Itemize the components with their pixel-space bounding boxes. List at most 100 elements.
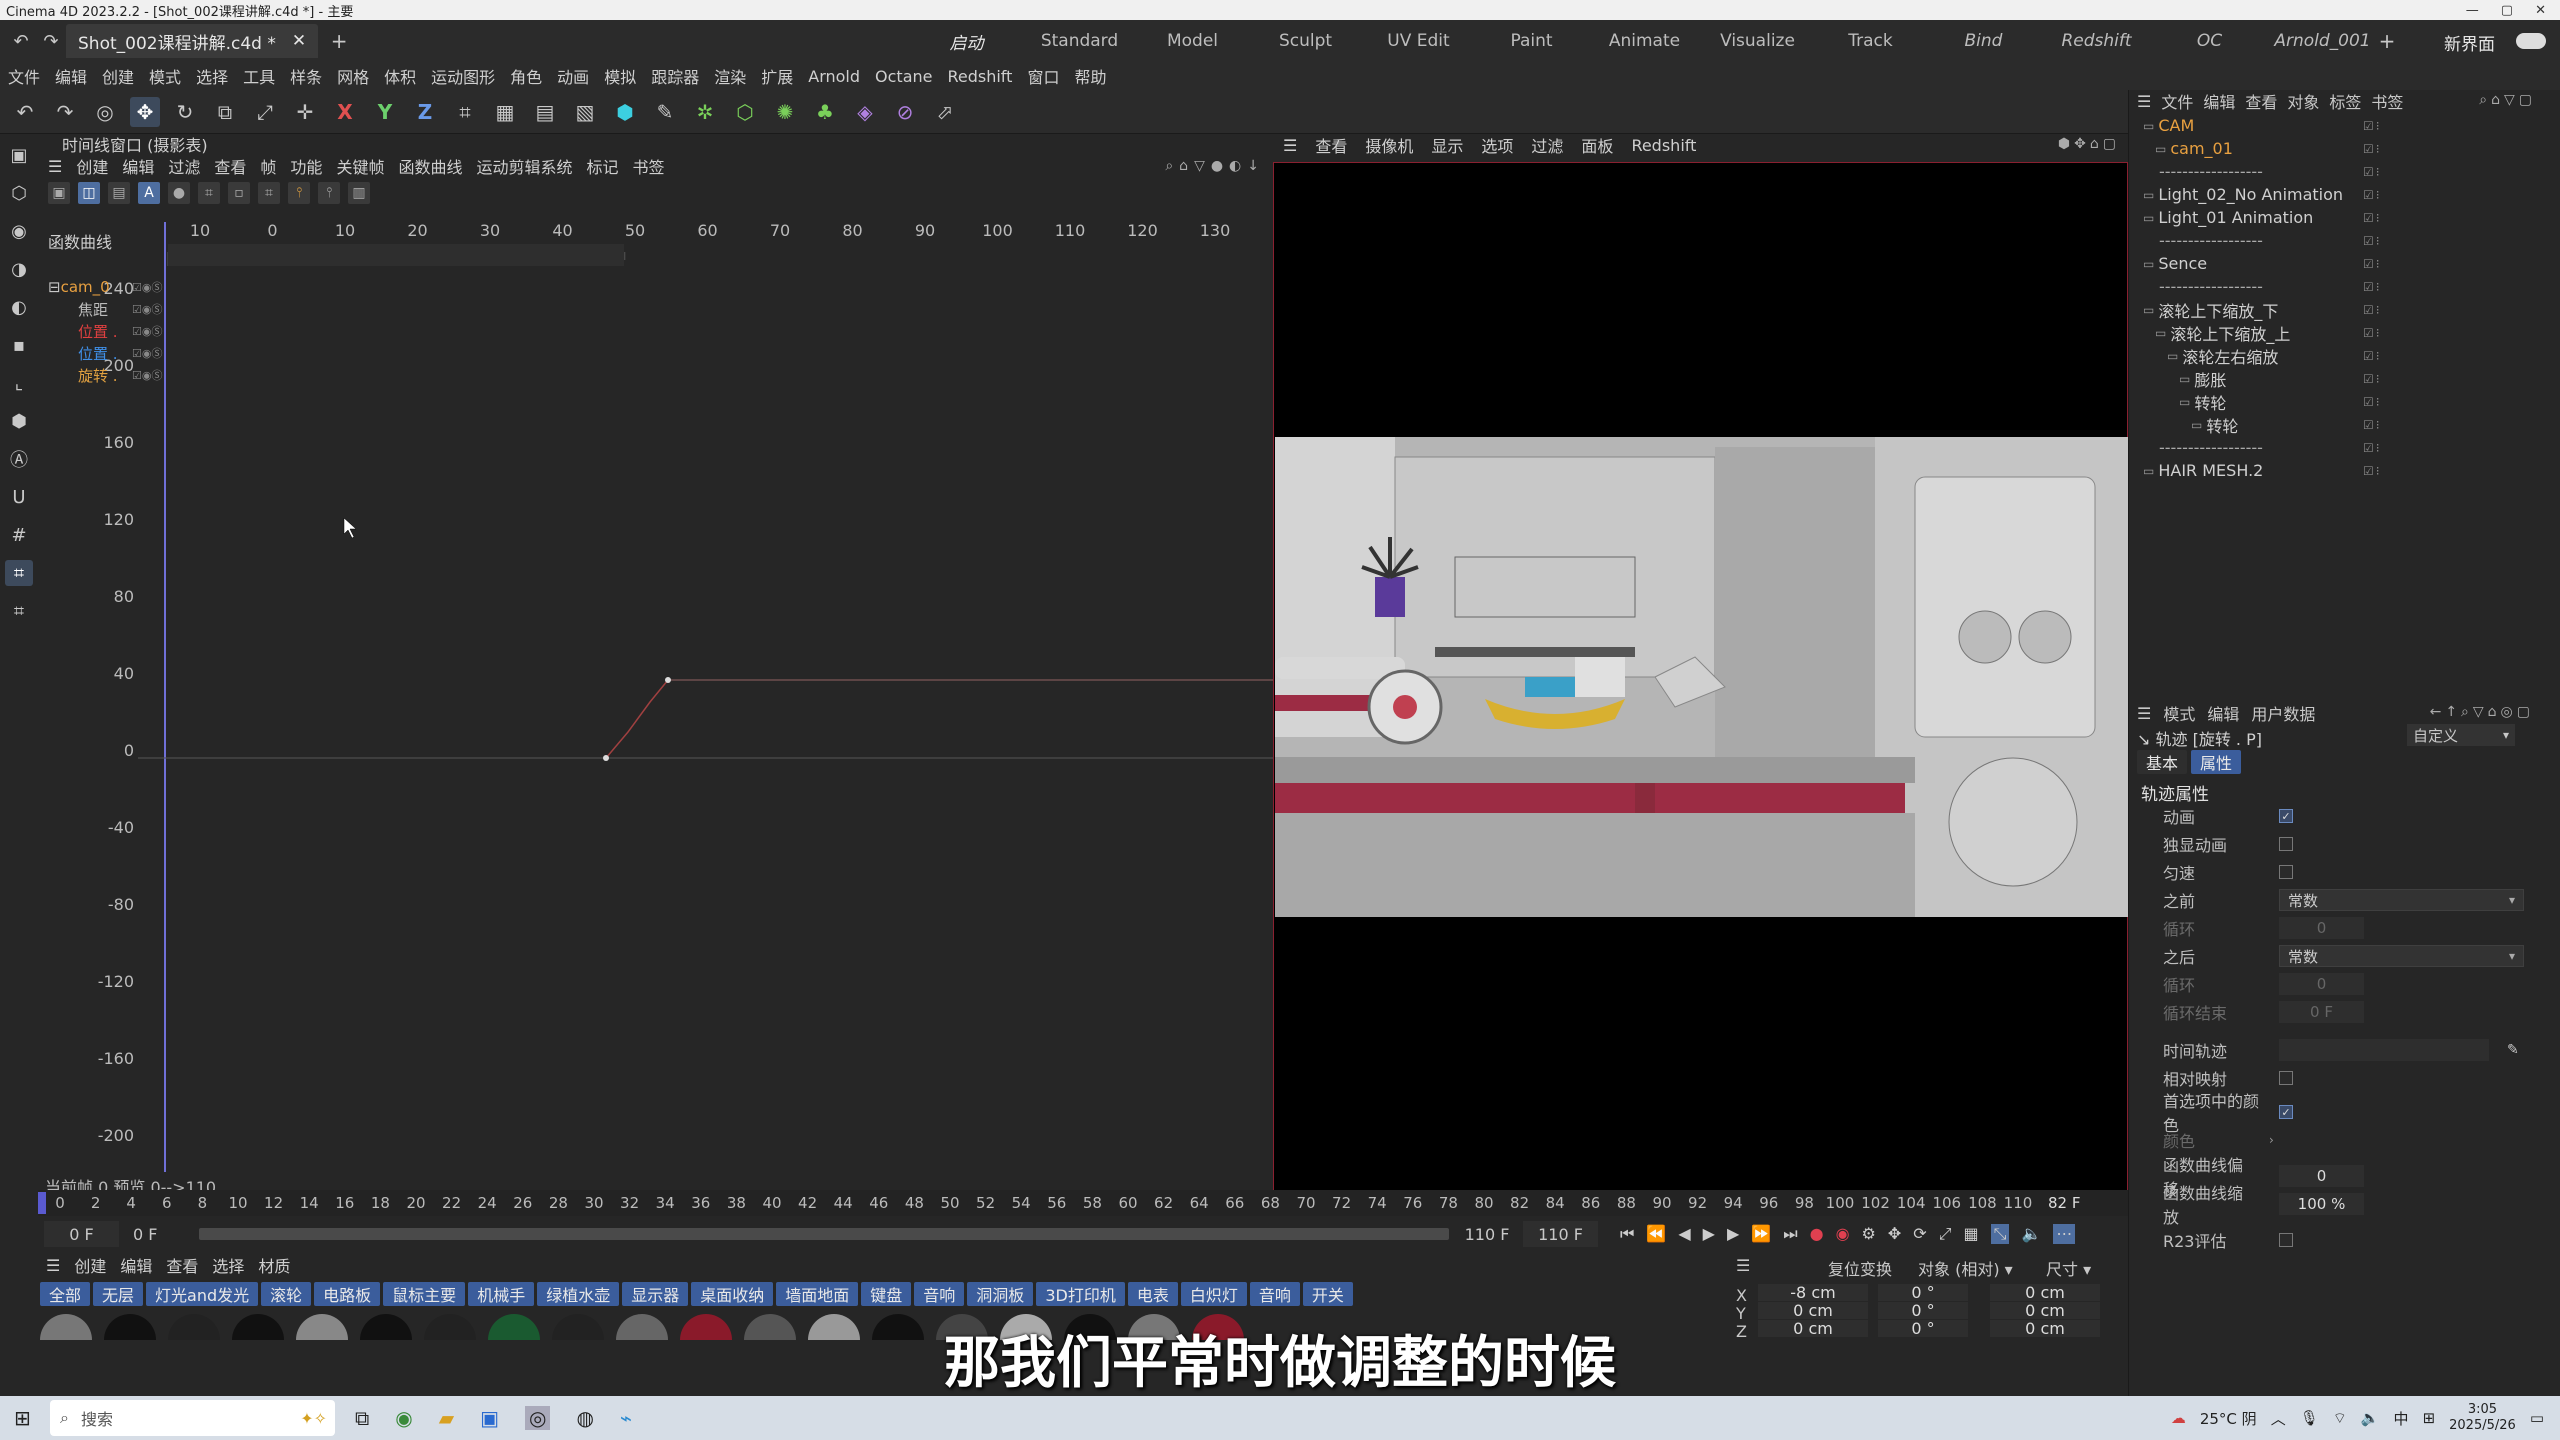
field-icon[interactable]: ◈ [850, 97, 880, 127]
material-thumbnail-5[interactable] [360, 1314, 412, 1340]
task-view-icon[interactable]: ⧉ [355, 1406, 369, 1430]
object-menu-item-5[interactable]: 书签 [2371, 89, 2403, 113]
object-row-11[interactable]: ▭ 膨胀 ☑⁝ [2135, 367, 2540, 390]
menu-item-1[interactable]: 编辑 [55, 64, 87, 88]
material-chip-0[interactable]: 全部 [40, 1282, 91, 1306]
function-curve-graph[interactable]: 函数曲线 10 0 10 20 30 40 50 60 70 80 90 100 110 120 130 2… [38, 221, 1273, 1172]
rotation-curve[interactable] [605, 679, 1273, 759]
model-mode-icon[interactable]: ▣ [5, 142, 33, 168]
material-chip-3[interactable]: 滚轮 [261, 1282, 312, 1306]
material-thumbnail-10[interactable] [680, 1314, 732, 1340]
ime-indicator[interactable]: 中 [2394, 1408, 2409, 1429]
curve-scale-field[interactable]: 100 % [2279, 1193, 2364, 1215]
menu-item-6[interactable]: 样条 [290, 64, 322, 88]
frame-ruler-svg[interactable]: 0 2 4 6 8 10 12 14 16 18 20 22 24 26 28 30 32 34 36 38 40 42 4… [38, 1190, 2128, 1216]
timeline-menu-item-3[interactable]: 查看 [214, 154, 246, 178]
tab-properties[interactable]: 属性 [2191, 750, 2242, 774]
menu-item-14[interactable]: 渲染 [714, 64, 746, 88]
keyframe-end[interactable] [665, 677, 671, 683]
coord-pos-field[interactable]: -8 cm [1758, 1283, 1868, 1302]
redo-icon[interactable]: ↷ [50, 97, 80, 127]
workplane-icon[interactable]: ⌗ [5, 560, 33, 586]
object-visibility-icon[interactable]: ☑⁝ [2363, 234, 2382, 248]
menu-item-19[interactable]: 窗口 [1027, 64, 1059, 88]
point-mode-icon[interactable]: ◉ [5, 218, 33, 244]
menu-item-20[interactable]: 帮助 [1074, 64, 1106, 88]
clock[interactable]: 3:05 2025/5/26 [2449, 1402, 2516, 1434]
workplane-align-icon[interactable]: ⌗ [5, 598, 33, 624]
layout-tab-9[interactable]: Bind [1927, 31, 2040, 51]
viewport-menu-item-6[interactable]: Redshift [1631, 136, 1696, 155]
uv-mode-icon[interactable]: ▪ [5, 332, 33, 358]
material-chip-15[interactable]: 电表 [1127, 1282, 1178, 1306]
go-end-icon[interactable]: ⏭ [1783, 1224, 1797, 1244]
add-key-icon[interactable]: ⫯ [318, 182, 340, 204]
object-row-3[interactable]: ▭ Light_02_No Animation ☑⁝ [2135, 183, 2540, 206]
pref-color-checkbox[interactable]: ✓ [2279, 1105, 2293, 1119]
relative-checkbox[interactable] [2279, 1071, 2293, 1085]
material-chip-11[interactable]: 键盘 [861, 1282, 912, 1306]
timeline-menu-item-4[interactable]: 帧 [260, 154, 276, 178]
layout-tab-3[interactable]: Sculpt [1249, 31, 1362, 51]
attr-menu-item-2[interactable]: 用户数据 [2251, 701, 2315, 725]
object-visibility-icon[interactable]: ☑⁝ [2363, 418, 2382, 432]
edge-mode-icon[interactable]: ◑ [5, 256, 33, 282]
object-manager-menu-icon[interactable]: ☰ [2137, 92, 2151, 111]
timeline-menu-item-0[interactable]: 创建 [76, 154, 108, 178]
menu-item-16[interactable]: Arnold [808, 67, 860, 86]
material-thumbnail-1[interactable] [104, 1314, 156, 1340]
object-visibility-icon[interactable]: ☑⁝ [2363, 119, 2382, 133]
z-axis-icon[interactable]: Z [410, 97, 440, 127]
material-thumbnail-7[interactable] [488, 1314, 540, 1340]
keyframe-start[interactable] [603, 755, 609, 761]
material-chip-13[interactable]: 洞洞板 [967, 1282, 1034, 1306]
layout-tab-7[interactable]: Visualize [1701, 31, 1814, 51]
chrome-icon[interactable]: ◉ [395, 1406, 412, 1430]
material-thumbnail-3[interactable] [232, 1314, 284, 1340]
track-visibility-icon[interactable]: ☑◉Ⓢ [132, 345, 162, 361]
material-menu-item-2[interactable]: 查看 [166, 1253, 198, 1277]
rotate-icon[interactable]: ↻ [170, 97, 200, 127]
sphere-icon[interactable]: ● [168, 182, 190, 204]
object-visibility-icon[interactable]: ☑⁝ [2363, 372, 2382, 386]
viewport-menu-item-4[interactable]: 过滤 [1531, 133, 1563, 157]
material-menu-item-3[interactable]: 选择 [212, 1253, 244, 1277]
material-thumbnail-9[interactable] [616, 1314, 668, 1340]
file-explorer-icon[interactable]: ▰ [439, 1406, 454, 1430]
key-pla-icon[interactable]: ⤡ [1990, 1224, 2010, 1244]
transform-icon[interactable]: ⤢ [250, 97, 280, 127]
solo-checkbox[interactable] [2279, 837, 2293, 851]
taskbar-search[interactable]: ⌕ 搜索 ✦✧ [50, 1400, 335, 1436]
timeline-menu-item-2[interactable]: 过滤 [168, 154, 200, 178]
x-axis-icon[interactable]: X [330, 97, 360, 127]
tray-arrow-icon[interactable]: ︿ [2271, 1408, 2286, 1429]
cube-icon[interactable]: ⬢ [610, 97, 640, 127]
pen-icon[interactable]: ✎ [650, 97, 680, 127]
coord-size-field[interactable]: 0 cm [1990, 1319, 2100, 1338]
axis-icon[interactable]: ✛ [290, 97, 320, 127]
start-button-icon[interactable]: ⊞ [14, 1406, 31, 1430]
object-row-10[interactable]: ▭ 滚轮左右缩放 ☑⁝ [2135, 344, 2540, 367]
object-row-4[interactable]: ▭ Light_01 Animation ☑⁝ [2135, 206, 2540, 229]
menu-item-11[interactable]: 动画 [557, 64, 589, 88]
generator-icon[interactable]: ⬡ [730, 97, 760, 127]
material-chip-1[interactable]: 无层 [93, 1282, 144, 1306]
attribute-manager-menu-icon[interactable]: ☰ [2137, 704, 2151, 723]
frame-selected-icon[interactable]: ▫ [228, 182, 250, 204]
menu-item-18[interactable]: Redshift [947, 67, 1012, 86]
viewport-menu-icon[interactable]: ☰ [1283, 136, 1297, 155]
key-rotation-icon[interactable]: ⟳ [1913, 1224, 1926, 1244]
new-layout-label[interactable]: 新界面 [2444, 30, 2495, 55]
curve-svg[interactable]: 函数曲线 10 0 10 20 30 40 50 60 70 80 90 100 110 120 130 2… [38, 221, 1273, 1172]
coord-rot-field[interactable]: 0 ° [1878, 1301, 1968, 1320]
layout-tab-5[interactable]: Paint [1475, 31, 1588, 51]
close-icon[interactable]: ✕ [2535, 3, 2546, 18]
material-chip-4[interactable]: 电路板 [314, 1282, 381, 1306]
y-axis-icon[interactable]: Y [370, 97, 400, 127]
frame-ruler[interactable]: 0 2 4 6 8 10 12 14 16 18 20 22 24 26 28 30 32 34 36 38 40 42 4… [38, 1190, 2128, 1216]
object-visibility-icon[interactable]: ☑⁝ [2363, 188, 2382, 202]
maximize-icon[interactable]: ▢ [2501, 3, 2513, 18]
coord-mode-dropdown[interactable]: 对象 (相对) ▾ [1918, 1256, 2013, 1280]
attr-menu-item-1[interactable]: 编辑 [2207, 701, 2239, 725]
next-frame-icon[interactable]: ▶ [1727, 1224, 1739, 1244]
